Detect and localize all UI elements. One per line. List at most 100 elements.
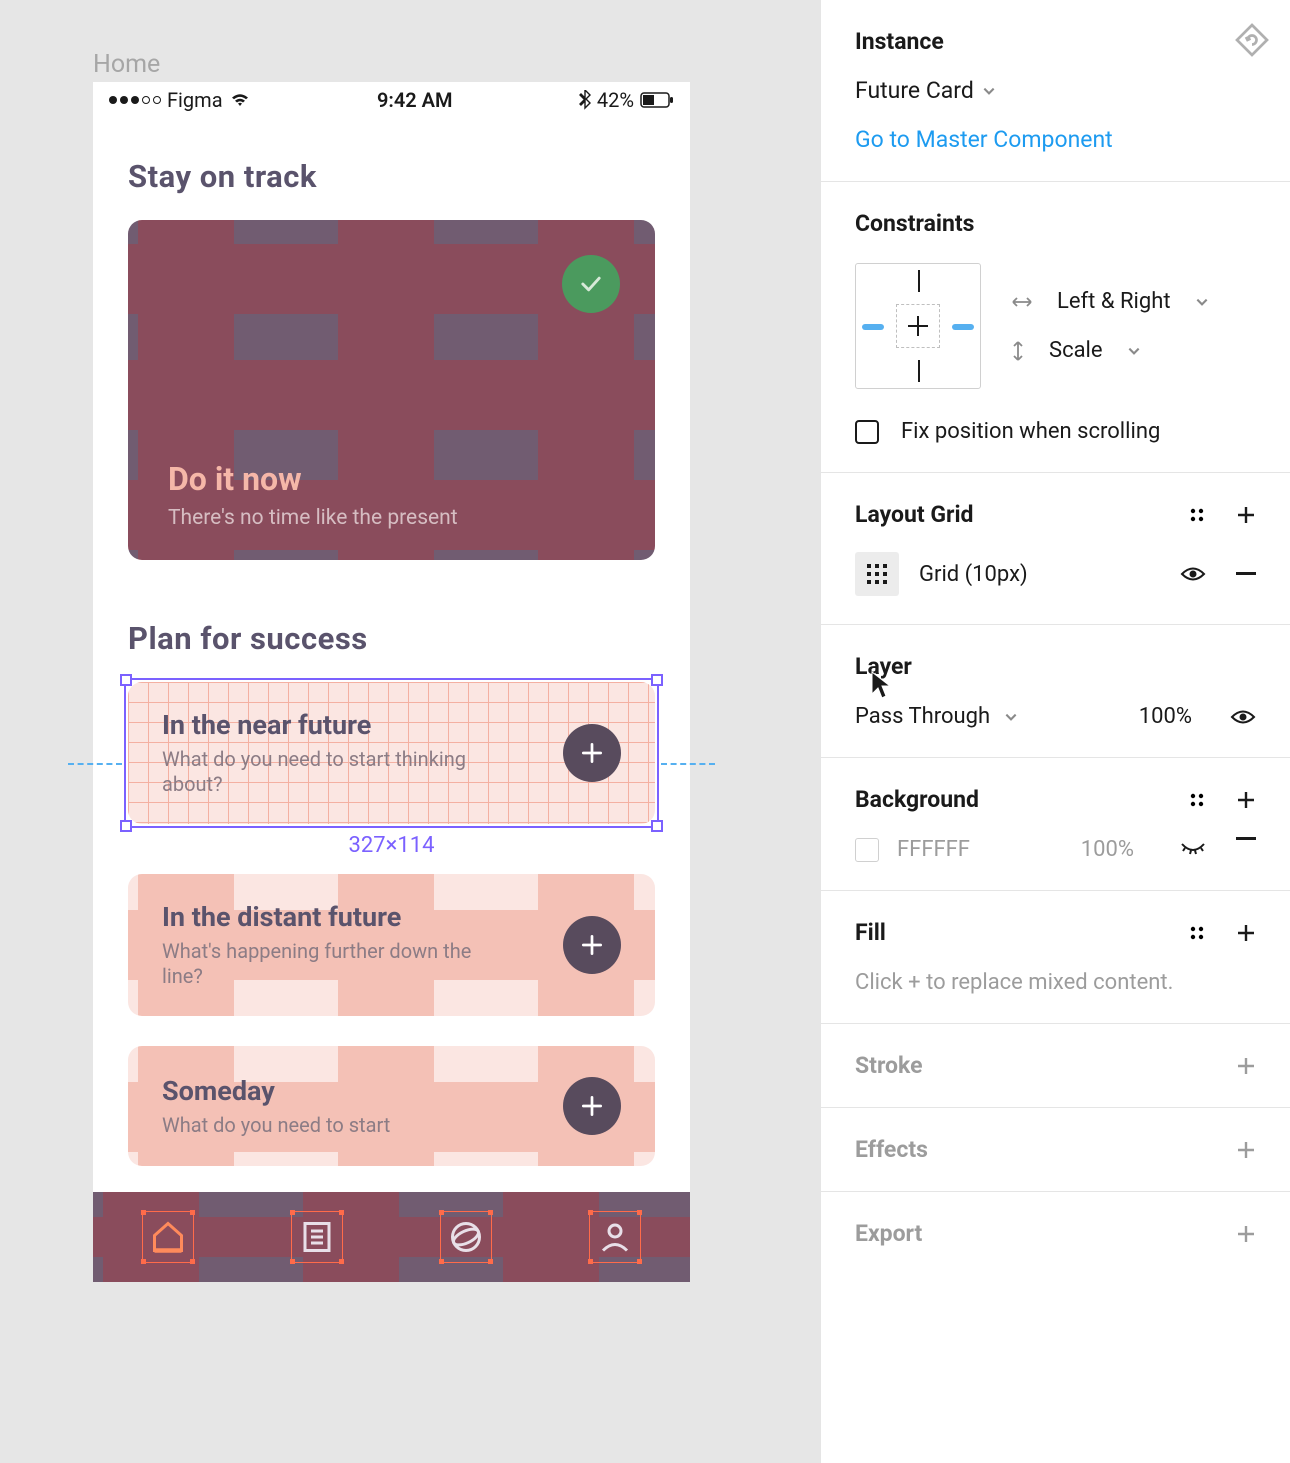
selection-dimensions: 327×114 xyxy=(128,833,655,858)
status-right: 42% xyxy=(579,88,674,112)
fix-position-label: Fix position when scrolling xyxy=(901,419,1160,444)
chevron-down-icon xyxy=(1195,295,1209,309)
hero-title: Do it now xyxy=(168,460,615,498)
constraints-widget[interactable] xyxy=(855,263,981,389)
clock-label: 9:42 AM xyxy=(377,88,453,112)
layout-guide-icon xyxy=(589,1211,641,1263)
card-title: Someday xyxy=(162,1075,390,1107)
grid-row[interactable]: Grid (10px) xyxy=(855,552,1256,596)
horizontal-arrows-icon xyxy=(1011,295,1033,309)
card-title: In the near future xyxy=(162,709,482,741)
remove-grid-icon[interactable] xyxy=(1236,572,1256,576)
tab-explore[interactable] xyxy=(444,1215,488,1259)
horizontal-constraint-select[interactable]: Left & Right xyxy=(1011,289,1209,314)
card-subtitle: What do you need to start thinking about… xyxy=(162,747,482,797)
reset-instance-icon[interactable] xyxy=(1234,22,1270,62)
component-name-dropdown[interactable]: Future Card xyxy=(855,77,1256,104)
check-icon xyxy=(562,255,620,313)
tab-home[interactable] xyxy=(146,1215,190,1259)
future-card-3[interactable]: Someday What do you need to start xyxy=(128,1046,655,1166)
stroke-section: Stroke xyxy=(821,1024,1290,1108)
background-section: Background FFFFFF 100% xyxy=(821,758,1290,891)
add-grid-icon[interactable] xyxy=(1236,505,1256,525)
section-title-1: Stay on track xyxy=(128,158,655,195)
fill-section: Fill Click + to replace mixed content. xyxy=(821,891,1290,1024)
phone-frame[interactable]: Figma 9:42 AM 42% Stay on track xyxy=(93,82,690,1282)
background-hex-input[interactable]: FFFFFF xyxy=(897,837,970,862)
status-left: Figma xyxy=(109,88,251,112)
design-canvas[interactable]: Home Figma 9:42 AM 42% xyxy=(0,0,820,1463)
selected-card-wrapper[interactable]: In the near future What do you need to s… xyxy=(128,682,655,824)
add-fill-icon[interactable] xyxy=(1236,923,1256,943)
effects-section: Effects xyxy=(821,1108,1290,1192)
effects-title: Effects xyxy=(855,1136,928,1163)
fill-placeholder-text: Click + to replace mixed content. xyxy=(855,970,1256,995)
hero-card[interactable]: Do it now There's no time like the prese… xyxy=(128,220,655,560)
alignment-guide-left xyxy=(68,763,122,765)
layer-opacity-input[interactable]: 100% xyxy=(1139,704,1192,729)
constraints-section: Constraints Left & Right Scale xyxy=(821,182,1290,473)
add-button[interactable] xyxy=(563,916,621,974)
horizontal-constraint-label: Left & Right xyxy=(1057,289,1171,314)
background-hidden-icon[interactable] xyxy=(1180,837,1206,862)
chevron-down-icon xyxy=(1127,344,1141,358)
card-subtitle: What's happening further down the line? xyxy=(162,939,482,989)
future-card-1[interactable]: In the near future What do you need to s… xyxy=(128,682,655,824)
tab-list[interactable] xyxy=(295,1215,339,1259)
section-title-2: Plan for success xyxy=(128,620,655,657)
resize-handle-tr[interactable] xyxy=(651,674,663,686)
checkbox-icon xyxy=(855,420,879,444)
remove-background-icon[interactable] xyxy=(1236,837,1256,862)
add-button[interactable] xyxy=(563,1077,621,1135)
background-title: Background xyxy=(855,786,979,813)
hero-subtitle: There's no time like the present xyxy=(168,506,615,530)
add-export-icon[interactable] xyxy=(1236,1224,1256,1244)
phone-content: Stay on track Do it now There's no time … xyxy=(93,118,690,1316)
grid-visibility-icon[interactable] xyxy=(1180,565,1206,583)
alignment-guide-right xyxy=(661,763,715,765)
instance-title: Instance xyxy=(855,28,1256,55)
card-title: In the distant future xyxy=(162,901,482,933)
component-name-label: Future Card xyxy=(855,77,974,104)
fix-position-checkbox[interactable]: Fix position when scrolling xyxy=(855,419,1256,444)
grid-label: Grid (10px) xyxy=(919,562,1028,587)
bluetooth-icon xyxy=(579,90,591,110)
styles-icon[interactable] xyxy=(1188,924,1206,942)
tab-profile[interactable] xyxy=(593,1215,637,1259)
layout-guide-icon xyxy=(291,1211,343,1263)
layer-title: Layer xyxy=(855,653,1256,680)
go-to-master-link[interactable]: Go to Master Component xyxy=(855,126,1256,153)
future-card-2[interactable]: In the distant future What's happening f… xyxy=(128,874,655,1016)
resize-handle-br[interactable] xyxy=(651,820,663,832)
vertical-constraint-select[interactable]: Scale xyxy=(1011,338,1209,363)
resize-handle-tl[interactable] xyxy=(120,674,132,686)
card-subtitle: What do you need to start xyxy=(162,1113,390,1138)
add-stroke-icon[interactable] xyxy=(1236,1056,1256,1076)
add-effect-icon[interactable] xyxy=(1236,1140,1256,1160)
styles-icon[interactable] xyxy=(1188,791,1206,809)
layer-section: Layer Pass Through 100% xyxy=(821,625,1290,758)
add-button[interactable] xyxy=(563,724,621,782)
color-swatch[interactable] xyxy=(855,838,879,862)
battery-pct-label: 42% xyxy=(597,88,634,112)
stroke-title: Stroke xyxy=(855,1052,923,1079)
add-background-icon[interactable] xyxy=(1236,790,1256,810)
wifi-icon xyxy=(229,92,251,108)
background-opacity-input[interactable]: 100% xyxy=(1081,837,1134,862)
frame-label[interactable]: Home xyxy=(93,50,160,79)
layer-visibility-icon[interactable] xyxy=(1230,708,1256,726)
constraints-title: Constraints xyxy=(855,210,1256,237)
blend-mode-select[interactable]: Pass Through xyxy=(855,704,990,729)
grid-type-icon[interactable] xyxy=(855,552,899,596)
export-title: Export xyxy=(855,1220,922,1247)
styles-icon[interactable] xyxy=(1188,506,1206,524)
vertical-arrows-icon xyxy=(1011,340,1025,362)
tab-bar xyxy=(93,1192,690,1282)
export-section: Export xyxy=(821,1192,1290,1275)
status-bar: Figma 9:42 AM 42% xyxy=(93,82,690,118)
resize-handle-bl[interactable] xyxy=(120,820,132,832)
fill-title: Fill xyxy=(855,919,886,946)
signal-icon xyxy=(109,96,161,104)
battery-icon xyxy=(640,92,674,108)
background-row[interactable]: FFFFFF 100% xyxy=(855,837,1256,862)
